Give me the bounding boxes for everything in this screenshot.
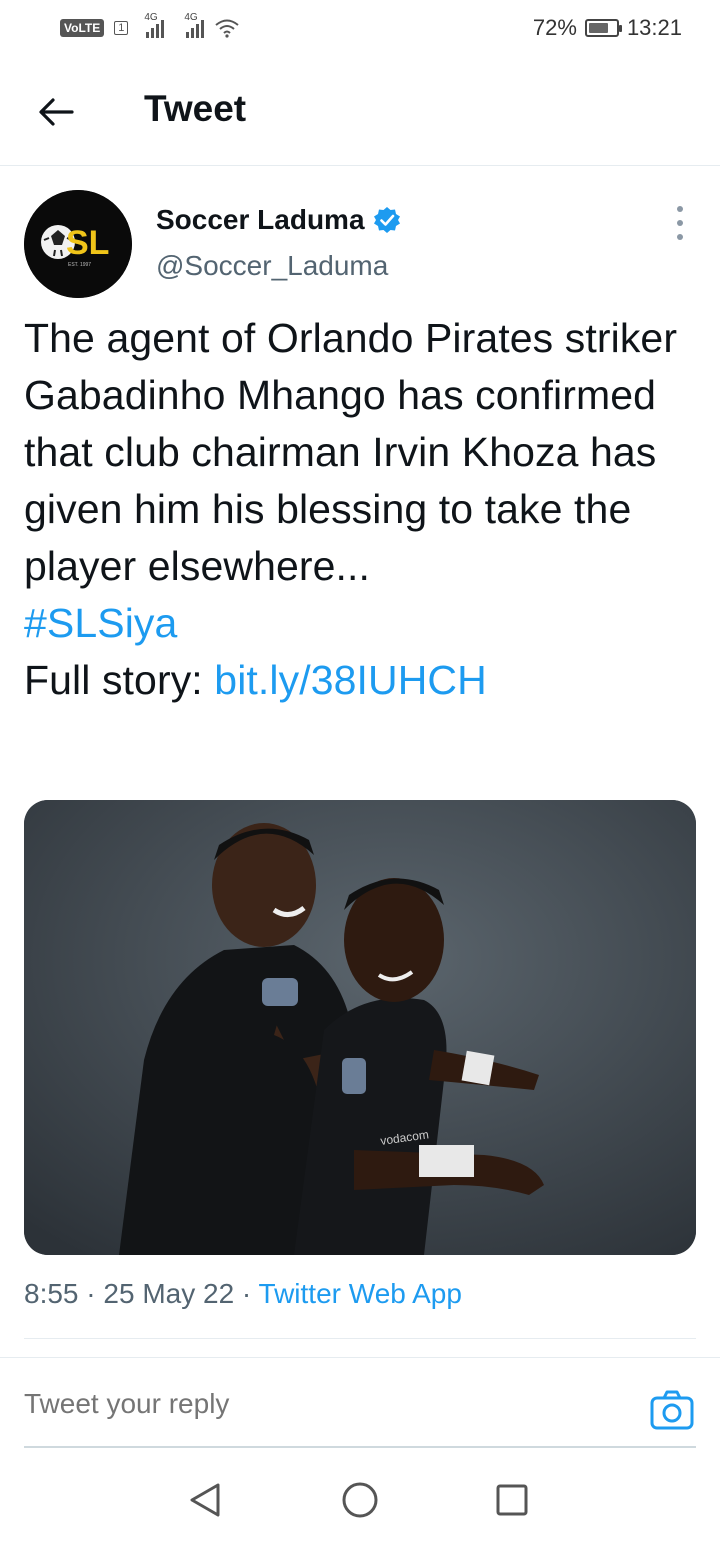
author-name-text: Soccer Laduma <box>156 204 365 235</box>
source-app-link[interactable]: Twitter Web App <box>259 1278 462 1309</box>
status-left: VoLTE 1 4G 4G <box>60 12 240 38</box>
nav-recents-button[interactable] <box>487 1478 537 1522</box>
verified-badge-icon <box>373 207 400 233</box>
reply-input[interactable] <box>24 1388 624 1420</box>
tweet-body: The agent of Orlando Pirates striker Gab… <box>24 310 696 709</box>
players-photo: vodacom <box>24 800 696 1255</box>
nav-home-button[interactable] <box>335 1478 385 1522</box>
tweet-author: SL EST. 1997 Soccer Laduma @Soccer_Ladum… <box>24 190 696 300</box>
divider <box>0 1357 720 1358</box>
camera-icon <box>650 1390 694 1430</box>
network-type: 4G <box>144 12 158 23</box>
clock: 13:21 <box>626 15 682 40</box>
meta-sep-2: · <box>234 1278 259 1309</box>
meta-sep: · <box>78 1278 104 1309</box>
app-header: Tweet <box>0 56 720 166</box>
reply-underline <box>24 1446 696 1448</box>
tweet-time: 8:55 <box>24 1278 79 1309</box>
avatar-logo-subtext: EST. 1997 <box>68 262 91 268</box>
arrow-left-icon <box>39 98 74 126</box>
tweet-image[interactable]: vodacom <box>24 800 696 1255</box>
wifi-icon <box>215 19 239 38</box>
hashtag-link[interactable]: #SLSiya <box>24 595 696 652</box>
signal-icon-2: 4G <box>184 12 205 38</box>
nav-back-button[interactable] <box>180 1478 230 1522</box>
network-type-2: 4G <box>184 12 198 23</box>
avatar-logo-text: SL <box>66 224 109 262</box>
back-button[interactable] <box>34 90 78 134</box>
battery-icon <box>584 19 622 37</box>
link-prefix: Full story: <box>24 657 215 703</box>
triangle-back-icon <box>190 1483 220 1517</box>
story-link[interactable]: bit.ly/38IUHCH <box>214 657 487 703</box>
sim-indicator: 1 <box>114 21 129 35</box>
author-name[interactable]: Soccer Laduma <box>156 204 401 236</box>
signal-icon: 4G <box>144 12 165 38</box>
divider <box>24 1338 696 1339</box>
circle-home-icon <box>342 1482 378 1518</box>
tweet-text: The agent of Orlando Pirates striker Gab… <box>24 315 678 589</box>
avatar[interactable]: SL EST. 1997 <box>24 190 132 298</box>
status-bar: VoLTE 1 4G 4G 72% 13:21 <box>0 0 720 56</box>
camera-button[interactable] <box>648 1386 696 1434</box>
system-nav-bar <box>0 1460 720 1541</box>
page-title: Tweet <box>144 88 247 129</box>
status-right: 72% 13:21 <box>533 15 682 41</box>
battery-percent: 72% <box>532 15 577 40</box>
tweet-meta: 8:55 · 25 May 22 · Twitter Web App <box>24 1278 462 1310</box>
soccer-laduma-logo: SL EST. 1997 <box>24 190 132 298</box>
more-options-icon[interactable] <box>670 206 690 240</box>
volte-badge: VoLTE <box>60 19 105 37</box>
square-recents-icon <box>496 1484 528 1516</box>
tweet-date: 25 May 22 <box>103 1278 235 1309</box>
author-handle[interactable]: @Soccer_Laduma <box>156 250 388 282</box>
